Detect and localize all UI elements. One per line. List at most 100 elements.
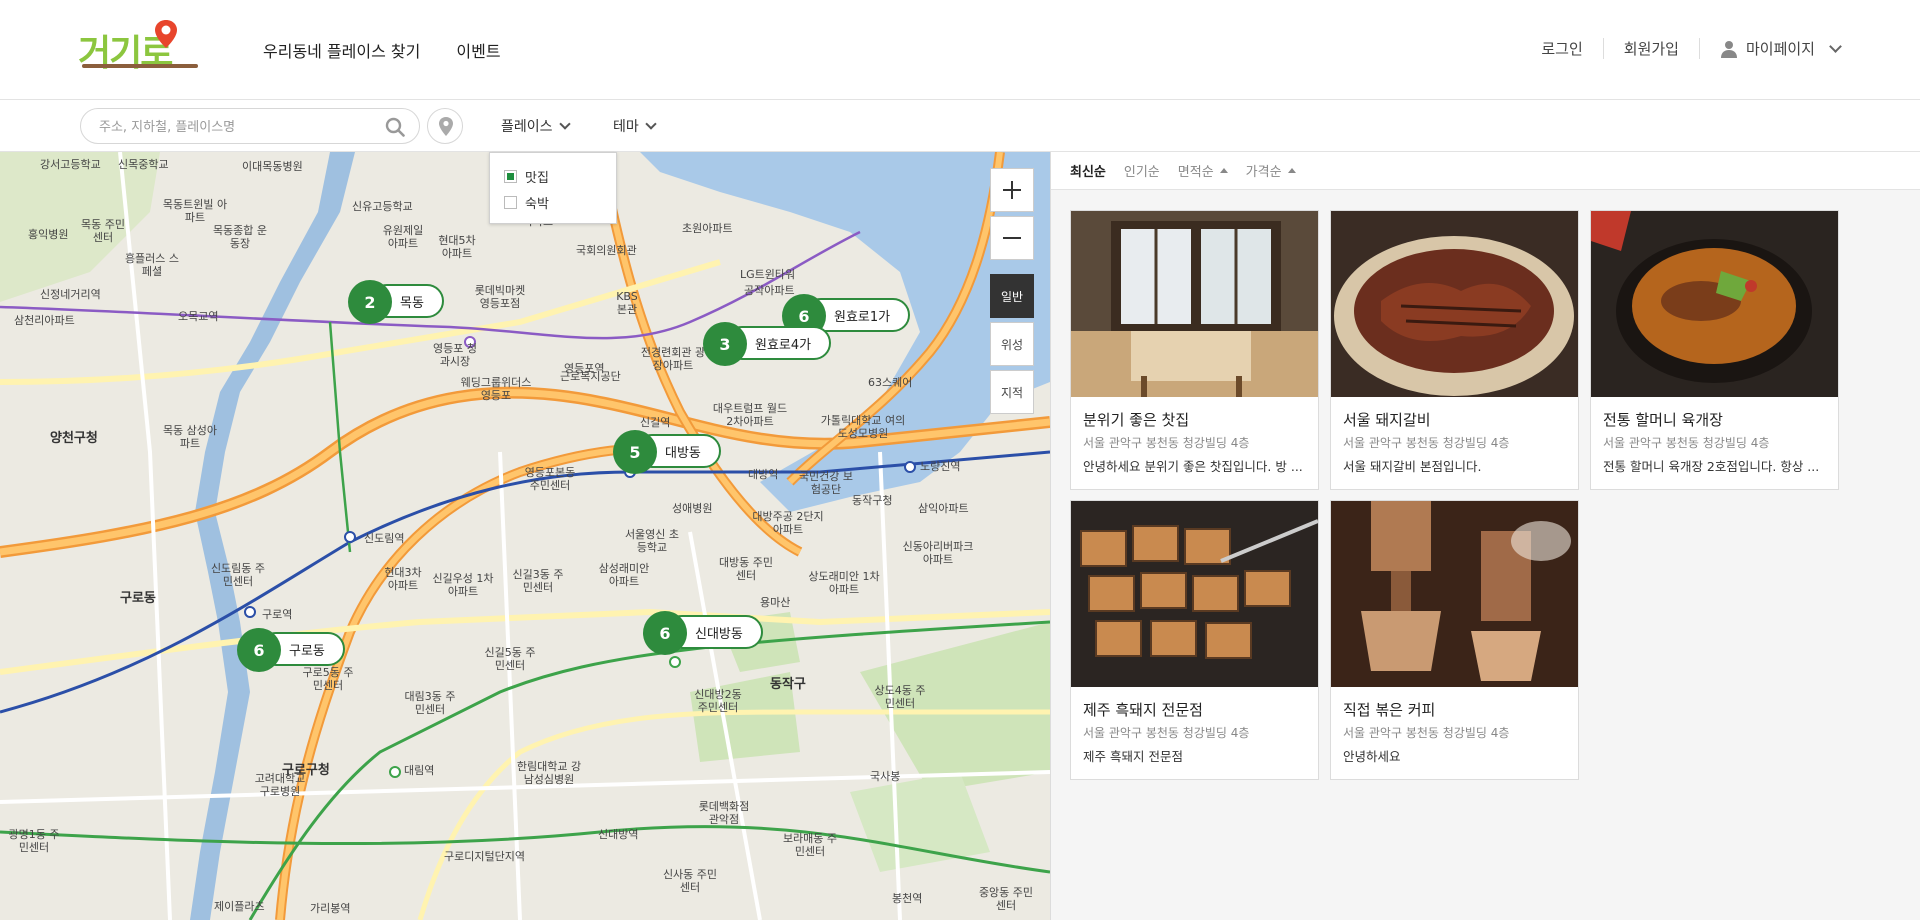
map-label: 신정네거리역 [40, 288, 101, 301]
map-label: 동작구 [770, 677, 806, 692]
map-label: 양천구청 [50, 431, 98, 446]
map-label: 홍익병원 [28, 228, 69, 241]
map-label: 구로역 [262, 608, 293, 621]
sort-arrow-icon [1219, 168, 1228, 173]
sort-latest[interactable]: 최신순 [1070, 161, 1106, 180]
map-label: 현대5차 아파트 [438, 234, 476, 260]
map-label: 광명1동 주민센터 [8, 828, 60, 854]
map-label: 영등포 청과시장 [433, 342, 477, 368]
map-label: 성애병원 [672, 502, 713, 515]
zoom-in-button[interactable] [990, 168, 1034, 212]
map-label: 신도림동 주민센터 [210, 562, 266, 588]
map-label: 목동 삼성아파트 [162, 424, 218, 450]
map-label: 노량진역 [920, 460, 961, 473]
zoom-out-button[interactable] [990, 216, 1034, 260]
place-card[interactable]: 분위기 좋은 찻집 서울 관악구 봉천동 청강빌딩 4층 안녕하세요 분위기 좋… [1070, 210, 1319, 490]
cluster-count: 6 [237, 628, 281, 672]
place-card[interactable]: 제주 흑돼지 전문점 서울 관악구 봉천동 청강빌딩 4층 제주 흑돼지 전문점 [1070, 500, 1319, 780]
chevron-down-icon [645, 118, 657, 130]
place-thumbnail [1591, 211, 1838, 397]
map-type-cadastral-button[interactable]: 지적 [990, 370, 1034, 414]
place-address: 서울 관악구 봉천동 청강빌딩 4층 [1343, 726, 1510, 740]
map-label: 보라매동 주민센터 [782, 832, 838, 858]
map-type-satellite-button[interactable]: 위성 [990, 322, 1034, 366]
map-label: 롯데백화점 관악점 [698, 800, 750, 826]
map-label: 목동종합 운동장 [212, 224, 268, 250]
place-thumbnail [1331, 501, 1578, 687]
search-icon[interactable] [385, 117, 405, 137]
place-thumbnail [1071, 501, 1318, 687]
place-card[interactable]: 전통 할머니 육개장 서울 관악구 봉천동 청강빌딩 4층 전통 할머니 육개장… [1590, 210, 1839, 490]
map-label: 전경련회관 광장아파트 [640, 346, 706, 372]
checkbox-unchecked[interactable] [504, 196, 517, 209]
map-label: 가톨릭대학교 여의도성모병원 [820, 414, 906, 440]
map-label: 가리봉역 [310, 902, 351, 915]
minus-icon [1003, 237, 1021, 239]
map-label: 공작아파트 [744, 284, 795, 297]
login-link[interactable]: 로그인 [1521, 38, 1602, 59]
filter-option-lodging[interactable]: 숙박 [504, 193, 549, 212]
cluster-count: 2 [348, 280, 392, 324]
place-address: 서울 관악구 봉천동 청강빌딩 4층 [1083, 726, 1250, 740]
place-title: 직접 볶은 커피 [1343, 701, 1436, 719]
map-label: 신유고등학교 [352, 200, 413, 213]
place-title: 전통 할머니 육개장 [1603, 411, 1723, 429]
place-card[interactable]: 직접 볶은 커피 서울 관악구 봉천동 청강빌딩 4층 안녕하세요 [1330, 500, 1579, 780]
map-label: 목동 주민센터 [81, 218, 125, 244]
place-description: 안녕하세요 분위기 좋은 찻집입니다. 방 ... [1083, 459, 1303, 474]
filter-option-label: 숙박 [525, 197, 549, 212]
place-description: 전통 할머니 육개장 2호점입니다. 항상 ... [1603, 459, 1820, 474]
sort-arrow-icon [1287, 168, 1296, 173]
map-label: 대림역 [404, 764, 435, 777]
logo-underline [82, 64, 198, 68]
zoom-controls [990, 168, 1034, 260]
sort-price[interactable]: 가격순 [1246, 161, 1296, 180]
map-label: 대방동 주민센터 [718, 556, 774, 582]
user-icon [1720, 40, 1737, 58]
map-type-normal-button[interactable]: 일반 [990, 274, 1034, 318]
place-card[interactable]: 서울 돼지갈비 서울 관악구 봉천동 청강빌딩 4층 서울 돼지갈비 본점입니다… [1330, 210, 1579, 490]
filter-option-restaurant[interactable]: 맛집 [504, 167, 549, 186]
map-label: 신길5동 주민센터 [484, 646, 536, 672]
map-label: 웨딩그룹위더스 영등포 [460, 376, 532, 402]
checkbox-checked[interactable] [504, 170, 517, 183]
place-address: 서울 관악구 봉천동 청강빌딩 4층 [1343, 436, 1510, 450]
map-view[interactable]: 강서고등학교 신목중학교 이대목동병원 목동트윈빌 아파트 목동종합 운동장 목… [0, 152, 1050, 920]
place-address: 서울 관악구 봉천동 청강빌딩 4층 [1083, 436, 1250, 450]
signup-link[interactable]: 회원가입 [1602, 38, 1699, 59]
cluster-count: 6 [643, 611, 687, 655]
site-header: 거기로 우리동네 플레이스 찾기 이벤트 로그인 회원가입 마이페이지 [0, 0, 1920, 100]
sort-area[interactable]: 면적순 [1178, 161, 1228, 180]
map-label: 현대3차 아파트 [384, 566, 422, 592]
logo[interactable]: 거기로 [78, 18, 203, 74]
map-marker-icon [439, 117, 453, 136]
map-label: 신도림역 [364, 532, 405, 545]
chevron-down-icon [558, 118, 571, 130]
map-label: 대림3동 주민센터 [404, 690, 456, 716]
nav-events[interactable]: 이벤트 [456, 38, 500, 62]
search-input[interactable] [99, 117, 369, 137]
place-thumbnail [1331, 211, 1578, 397]
plus-icon-vertical [1011, 181, 1013, 199]
map-label: 신대방역 [598, 828, 639, 841]
map-label: 구로5동 주민센터 [302, 666, 354, 692]
sort-popular[interactable]: 인기순 [1124, 161, 1160, 180]
map-label: 초원아파트 [682, 222, 733, 235]
theme-dropdown[interactable]: 테마 [613, 116, 657, 136]
sort-price-label: 가격순 [1245, 165, 1282, 180]
nav-find-places[interactable]: 우리동네 플레이스 찾기 [263, 38, 420, 62]
map-label: 삼익아파트 [918, 502, 969, 515]
place-type-dropdown[interactable]: 플레이스 [501, 116, 571, 136]
map-label: 신동아리버파크 아파트 [902, 540, 974, 566]
mypage-dropdown[interactable]: 마이페이지 [1698, 38, 1920, 59]
map-label: LG트윈타워 [740, 268, 796, 281]
map-label: 롯데빅마켓 영등포점 [474, 284, 526, 310]
map-label: 이대목동병원 [242, 160, 303, 173]
map-label: 국사봉 [870, 770, 901, 783]
map-label: 국회의원회관 [576, 244, 637, 257]
map-label: 신사동 주민센터 [662, 868, 718, 894]
sort-bar: 최신순 인기순 면적순 가격순 [1051, 152, 1920, 190]
current-location-button[interactable] [427, 108, 463, 144]
map-label: 신목중학교 [118, 158, 169, 171]
place-address: 서울 관악구 봉천동 청강빌딩 4층 [1603, 436, 1770, 450]
